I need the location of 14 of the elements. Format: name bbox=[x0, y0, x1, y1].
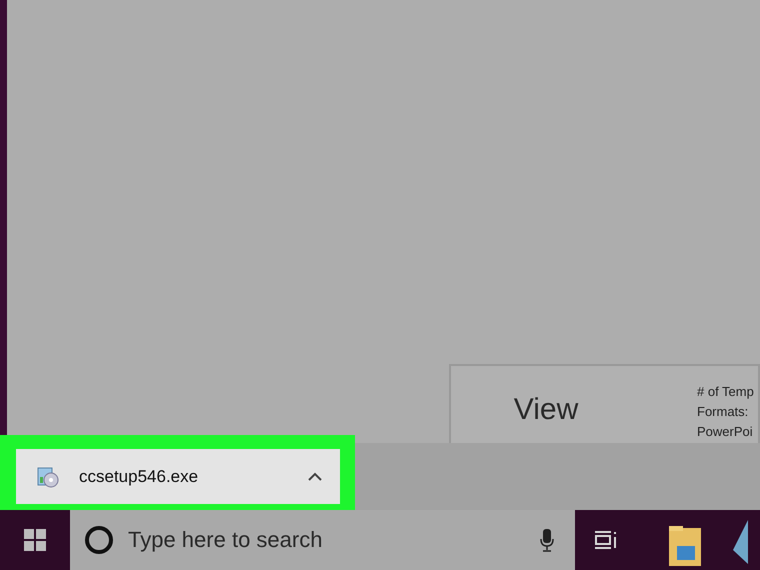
detail-text: PowerPoi bbox=[697, 424, 754, 439]
installer-icon bbox=[36, 464, 60, 488]
detail-text: # of Temp bbox=[697, 384, 754, 399]
card-title: View bbox=[514, 394, 578, 426]
windows-icon[interactable] bbox=[24, 529, 46, 551]
search-box[interactable]: Type here to search bbox=[70, 510, 575, 570]
folder-icon[interactable] bbox=[669, 526, 701, 566]
app-icon[interactable] bbox=[733, 520, 748, 564]
download-item[interactable]: ccsetup546.exe bbox=[16, 449, 340, 504]
microphone-icon[interactable] bbox=[539, 528, 555, 552]
detail-text: Formats: bbox=[697, 404, 750, 419]
cortana-icon[interactable] bbox=[84, 525, 114, 555]
caret-icon[interactable] bbox=[308, 472, 322, 481]
task-view-icon[interactable] bbox=[594, 530, 618, 550]
